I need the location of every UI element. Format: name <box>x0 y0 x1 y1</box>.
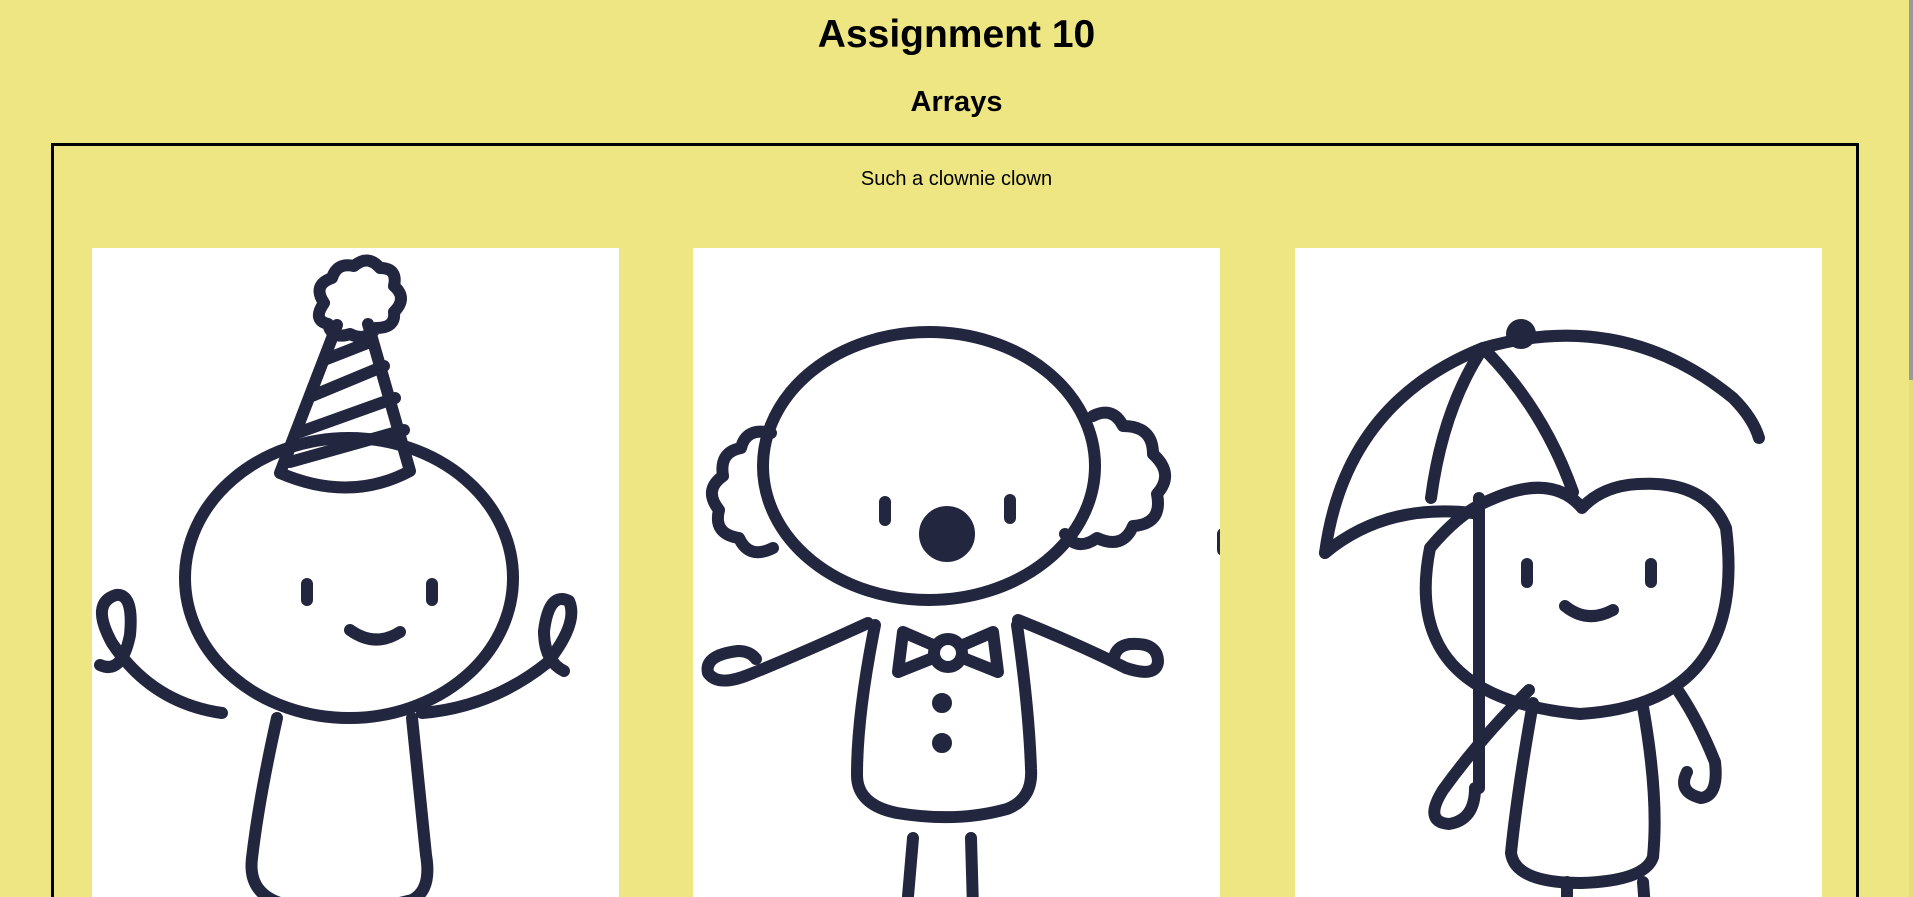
peek-edge <box>1217 528 1220 556</box>
page-subtitle: Arrays <box>910 86 1003 118</box>
clown-bow-tie-drawing-icon <box>701 326 1171 897</box>
page-title: Assignment 10 <box>817 13 1096 56</box>
page: Assignment 10 Arrays Such a clownie clow… <box>0 0 1913 897</box>
gallery-image-umbrella <box>1295 248 1822 897</box>
gallery-image-party-hat <box>92 248 619 897</box>
scrollbar-track[interactable] <box>1909 0 1913 897</box>
clown-umbrella-drawing-icon <box>1319 319 1765 897</box>
clown-party-hat-drawing-icon <box>94 254 578 897</box>
gallery-image-bow-tie <box>693 248 1220 897</box>
scrollbar-thumb[interactable] <box>1909 0 1913 380</box>
gallery-caption: Such a clownie clown <box>860 168 1053 190</box>
